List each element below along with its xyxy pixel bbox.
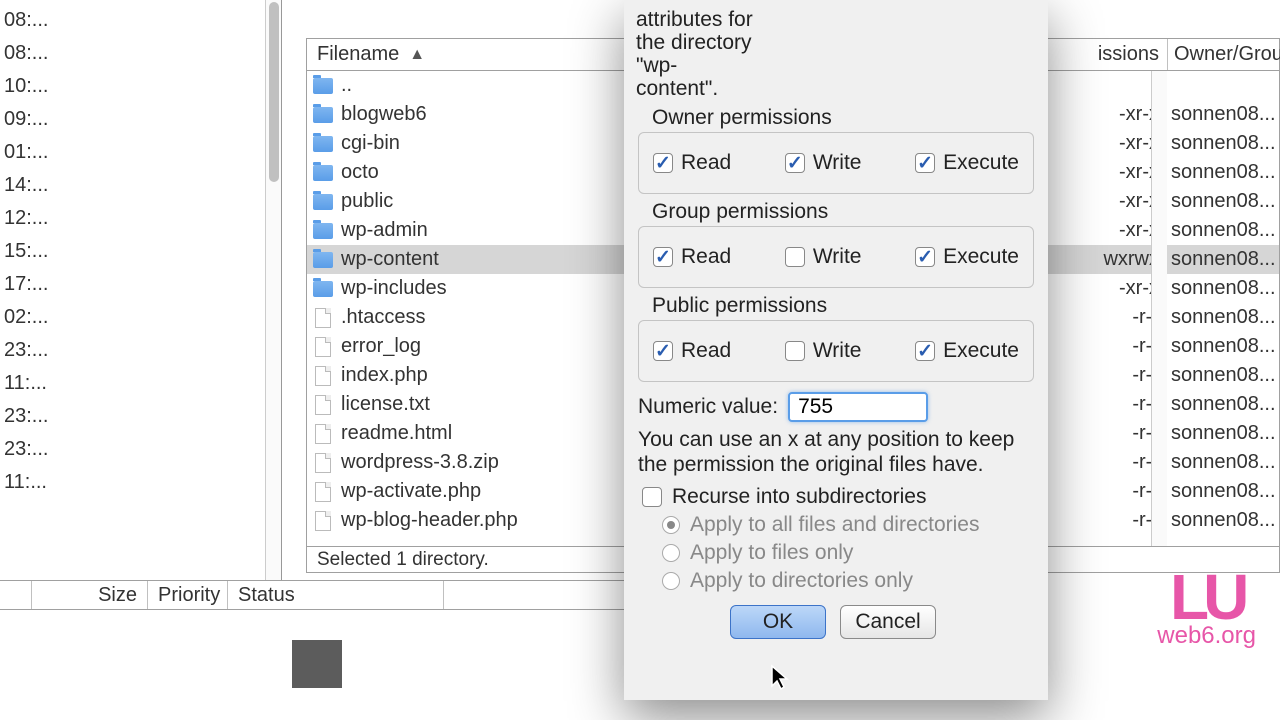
group-write-checkbox[interactable] (785, 247, 805, 267)
apply-files-radio[interactable] (662, 544, 680, 562)
watermark: LU web6.org (1157, 575, 1256, 650)
ok-button[interactable]: OK (730, 605, 826, 639)
file-icon (315, 453, 331, 473)
folder-icon (313, 78, 333, 94)
file-owner: sonnen08... (1171, 480, 1277, 503)
local-row[interactable]: 17:... (0, 268, 281, 301)
owner-permissions-group: Read Write Execute (638, 132, 1034, 194)
public-permissions-label: Public permissions (652, 294, 1036, 318)
group-execute-checkbox[interactable] (915, 247, 935, 267)
file-icon (315, 308, 331, 328)
cancel-button[interactable]: Cancel (840, 605, 936, 639)
local-row[interactable]: 23:... (0, 433, 281, 466)
file-icon (315, 511, 331, 531)
filename-label: Filename (317, 43, 399, 66)
column-status[interactable]: Status (228, 581, 444, 609)
folder-icon (313, 107, 333, 123)
file-owner: sonnen08... (1171, 190, 1277, 213)
local-row[interactable]: 15:... (0, 235, 281, 268)
preview-thumbnail (292, 640, 342, 688)
recurse-checkbox[interactable] (642, 487, 662, 507)
apply-all-label: Apply to all files and directories (690, 513, 979, 537)
file-owner: sonnen08... (1171, 393, 1277, 416)
folder-icon (313, 223, 333, 239)
scrollbar-thumb[interactable] (269, 2, 279, 182)
group-permissions-group: Read Write Execute (638, 226, 1034, 288)
local-row[interactable]: 23:... (0, 400, 281, 433)
group-permissions-label: Group permissions (652, 200, 1036, 224)
sort-ascending-icon: ▲ (409, 46, 425, 64)
folder-icon (313, 194, 333, 210)
file-owner: sonnen08... (1171, 132, 1277, 155)
column-permissions[interactable]: issions (1098, 43, 1159, 66)
apply-all-radio[interactable] (662, 516, 680, 534)
folder-icon (313, 165, 333, 181)
numeric-value-label: Numeric value: (638, 395, 778, 419)
file-icon (315, 337, 331, 357)
file-owner: sonnen08... (1171, 509, 1277, 532)
owner-read-checkbox[interactable] (653, 153, 673, 173)
numeric-hint: You can use an x at any position to keep… (638, 428, 1034, 476)
recurse-label: Recurse into subdirectories (672, 485, 926, 509)
column-owner[interactable]: Owner/Group (1167, 39, 1279, 70)
owner-write-checkbox[interactable] (785, 153, 805, 173)
column-size[interactable]: Size (32, 581, 148, 609)
public-read-checkbox[interactable] (653, 341, 673, 361)
watermark-logo: LU (1157, 575, 1256, 620)
public-write-checkbox[interactable] (785, 341, 805, 361)
local-row[interactable]: 12:... (0, 202, 281, 235)
folder-icon (313, 136, 333, 152)
local-row[interactable]: 10:... (0, 70, 281, 103)
apply-dirs-label: Apply to directories only (690, 569, 913, 593)
file-owner: sonnen08... (1171, 277, 1277, 300)
watermark-link: web6.org (1157, 622, 1256, 650)
file-owner: sonnen08... (1171, 248, 1277, 271)
file-owner: sonnen08... (1171, 306, 1277, 329)
file-icon (315, 424, 331, 444)
numeric-value-input[interactable] (788, 392, 928, 422)
apply-dirs-radio[interactable] (662, 572, 680, 590)
local-row[interactable]: 09:... (0, 103, 281, 136)
local-row[interactable]: 11:... (0, 367, 281, 400)
local-scrollbar[interactable] (265, 0, 281, 580)
local-row[interactable]: 14:... (0, 169, 281, 202)
public-permissions-group: Read Write Execute (638, 320, 1034, 382)
file-owner: sonnen08... (1171, 335, 1277, 358)
transfer-queue-header: Size Priority Status (0, 580, 624, 610)
file-owner: sonnen08... (1171, 103, 1277, 126)
file-owner: sonnen08... (1171, 219, 1277, 242)
local-file-panel: 08:...08:...10:...09:...01:...14:...12:.… (0, 0, 282, 580)
file-owner: sonnen08... (1171, 161, 1277, 184)
local-row[interactable]: 02:... (0, 301, 281, 334)
local-row[interactable]: 23:... (0, 334, 281, 367)
group-read-checkbox[interactable] (653, 247, 673, 267)
local-row[interactable]: 08:... (0, 37, 281, 70)
file-owner: sonnen08... (1171, 364, 1277, 387)
local-row[interactable]: 01:... (0, 136, 281, 169)
folder-icon (313, 252, 333, 268)
local-row[interactable]: 08:... (0, 4, 281, 37)
folder-icon (313, 281, 333, 297)
file-icon (315, 395, 331, 415)
file-icon (315, 366, 331, 386)
permissions-dialog: attributes for the directory "wp-content… (624, 0, 1048, 700)
execute-label: Execute (943, 151, 1019, 175)
owner-execute-checkbox[interactable] (915, 153, 935, 173)
read-label: Read (681, 151, 731, 175)
owner-permissions-label: Owner permissions (652, 106, 1036, 130)
public-execute-checkbox[interactable] (915, 341, 935, 361)
write-label: Write (813, 151, 862, 175)
remote-scrollbar[interactable] (1151, 71, 1167, 546)
file-owner: sonnen08... (1171, 451, 1277, 474)
dialog-description: attributes for the directory "wp-content… (636, 8, 756, 100)
file-icon (315, 482, 331, 502)
apply-files-label: Apply to files only (690, 541, 853, 565)
file-owner: sonnen08... (1171, 422, 1277, 445)
local-row[interactable]: 11:... (0, 466, 281, 499)
column-priority[interactable]: Priority (148, 581, 228, 609)
